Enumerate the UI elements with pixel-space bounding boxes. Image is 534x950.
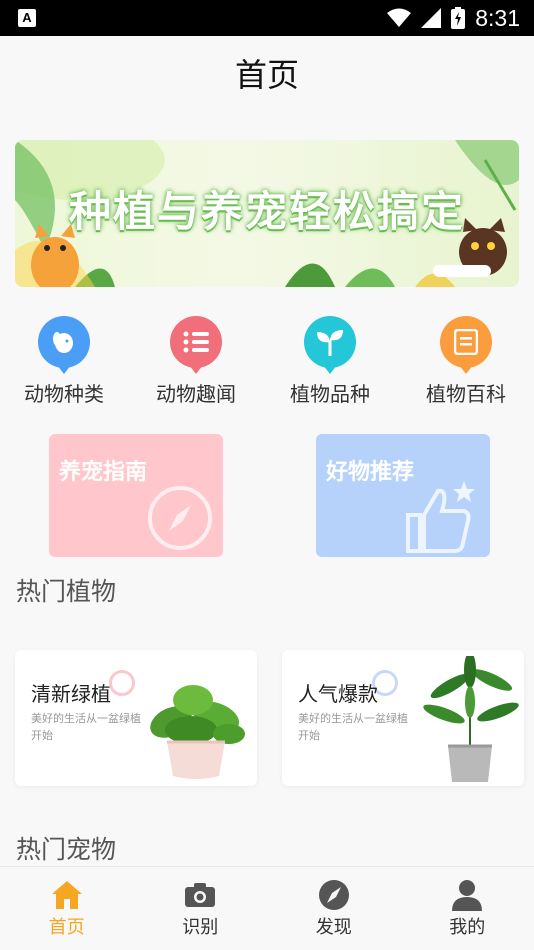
bottom-tab-bar: 首页 识别 发现 我的	[0, 866, 534, 950]
camera-icon	[185, 883, 216, 907]
plant-card-subtitle: 美好的生活从一盆绿植开始	[298, 712, 408, 742]
clock: 8:31	[475, 4, 520, 31]
quick-link-animal-news[interactable]: 动物趣闻	[136, 316, 256, 407]
wifi-icon	[387, 8, 412, 27]
signal-icon	[421, 8, 442, 28]
plant-card-subtitle: 美好的生活从一盆绿植开始	[31, 712, 141, 742]
tab-home[interactable]: 首页	[0, 867, 134, 950]
home-icon	[51, 881, 82, 909]
tab-identify[interactable]: 识别	[134, 867, 268, 950]
quick-link-label: 植物百科	[426, 382, 506, 406]
hot-plants-heading: 热门植物	[16, 577, 117, 606]
quick-link-plant-encyclopedia[interactable]: 植物百科	[406, 316, 526, 407]
potted-plant-image	[423, 656, 519, 782]
decor-ring	[109, 670, 135, 696]
banner-slogan: 种植与养宠轻松搞定	[68, 187, 465, 236]
banner-carousel[interactable]: 种植与养宠轻松搞定	[15, 140, 519, 287]
battery-icon	[451, 7, 466, 29]
page-header: 首页	[0, 36, 534, 110]
list-icon	[170, 316, 222, 374]
plant-card-popular[interactable]: 人气爆款 美好的生活从一盆绿植开始	[282, 650, 524, 786]
plant-card-title: 人气爆款	[298, 682, 378, 706]
dog-icon	[38, 316, 90, 374]
tab-label: 首页	[48, 917, 85, 938]
tab-label: 识别	[182, 917, 219, 938]
thumbs-up-icon	[406, 481, 475, 553]
pet-guide-card[interactable]: 养宠指南	[49, 434, 223, 557]
hot-pets-heading: 热门宠物	[16, 835, 117, 864]
compass-icon	[318, 880, 349, 910]
quick-link-label: 动物种类	[24, 382, 104, 406]
quick-link-animal-types[interactable]: 动物种类	[4, 316, 124, 407]
tab-discover[interactable]: 发现	[267, 867, 401, 950]
compass-icon	[148, 486, 212, 550]
potted-plant-image	[150, 685, 245, 779]
carousel-indicator	[433, 265, 491, 277]
user-icon	[452, 880, 483, 911]
plant-card-title: 清新绿植	[31, 682, 111, 706]
pet-guide-label: 养宠指南	[59, 460, 148, 485]
quick-link-plant-varieties[interactable]: 植物品种	[270, 316, 390, 407]
recommendations-card[interactable]: 好物推荐	[316, 434, 490, 557]
plant-card-fresh-green[interactable]: 清新绿植 美好的生活从一盆绿植开始	[15, 650, 257, 786]
notification-a-icon: A	[18, 9, 36, 27]
tab-label: 发现	[315, 917, 352, 938]
status-bar: A 8:31	[0, 0, 534, 36]
sprout-icon	[304, 316, 356, 374]
book-icon	[440, 316, 492, 374]
tab-label: 我的	[449, 917, 486, 938]
tab-profile[interactable]: 我的	[401, 867, 534, 950]
quick-link-label: 动物趣闻	[156, 382, 236, 406]
quick-link-label: 植物品种	[290, 382, 370, 406]
page-title: 首页	[234, 56, 299, 94]
